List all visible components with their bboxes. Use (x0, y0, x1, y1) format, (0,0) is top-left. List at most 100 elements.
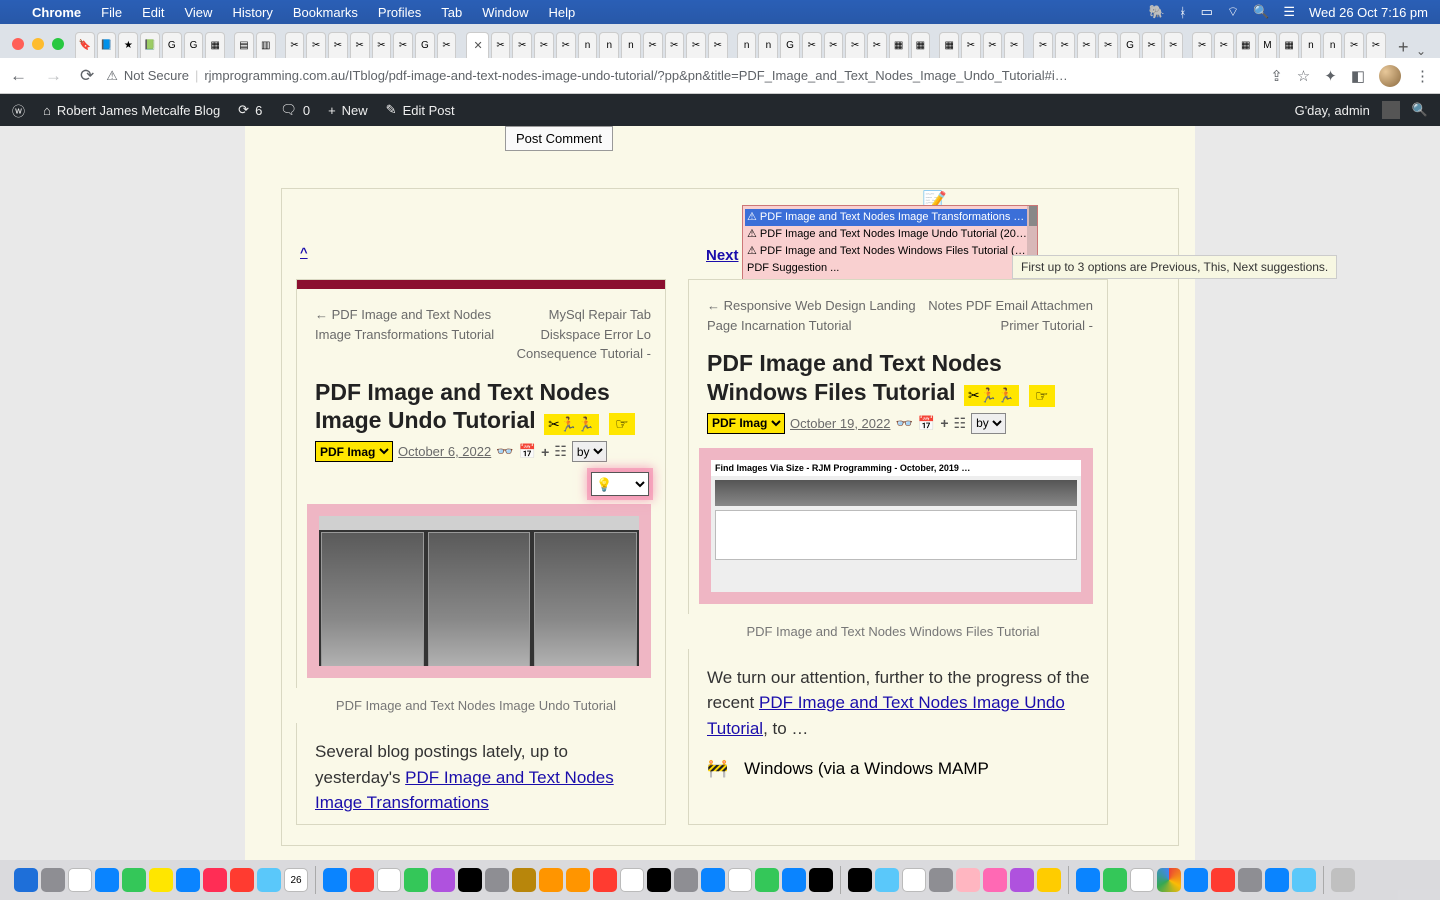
tab[interactable]: ✂ (708, 32, 728, 58)
tab[interactable]: n (621, 32, 641, 58)
tab[interactable]: ✂ (1192, 32, 1212, 58)
window-controls[interactable] (12, 38, 64, 50)
tab[interactable]: ▥ (256, 32, 276, 58)
chrome-menu-icon[interactable]: ⋮ (1415, 67, 1430, 85)
tab[interactable]: G (184, 32, 204, 58)
dock-app-icon[interactable] (1130, 868, 1154, 892)
pointer-icon[interactable]: ☞ (609, 413, 634, 435)
plus-icon[interactable]: + (940, 415, 948, 431)
back-button[interactable]: ← (10, 66, 27, 86)
tab[interactable]: ✂ (824, 32, 844, 58)
dock-app-icon[interactable] (230, 868, 254, 892)
tab[interactable]: n (1301, 32, 1321, 58)
menu-history[interactable]: History (232, 5, 272, 20)
tab[interactable]: G (1120, 32, 1140, 58)
dock-app-icon[interactable] (755, 868, 779, 892)
meta-icon[interactable]: ☷ (954, 415, 967, 432)
new-tab-button[interactable]: + (1391, 37, 1416, 58)
tab[interactable]: ✂ (686, 32, 706, 58)
tab[interactable]: ▦ (889, 32, 909, 58)
dock-app-icon[interactable] (929, 868, 953, 892)
forward-button[interactable]: → (45, 66, 62, 86)
menu-profiles[interactable]: Profiles (378, 5, 421, 20)
share-icon[interactable]: ⇪ (1270, 67, 1283, 85)
wp-new[interactable]: + New (328, 103, 368, 118)
excerpt-link[interactable]: MAMP (938, 759, 989, 778)
dock-app-icon[interactable] (728, 868, 752, 892)
wp-edit-post[interactable]: ✎ Edit Post (386, 102, 455, 118)
menu-edit[interactable]: Edit (142, 5, 164, 20)
tab[interactable]: n (578, 32, 598, 58)
tab[interactable]: G (780, 32, 800, 58)
idea-select[interactable]: 💡 (591, 472, 649, 496)
dock-app-icon[interactable] (350, 868, 374, 892)
suggestion-option[interactable]: ⚠ PDF Image and Text Nodes Image Transfo… (745, 209, 1031, 226)
tab[interactable]: ✂ (983, 32, 1003, 58)
tab[interactable]: ▦ (205, 32, 225, 58)
dock-app-icon[interactable] (983, 868, 1007, 892)
tab[interactable]: ✂ (1055, 32, 1075, 58)
dock-app-icon[interactable] (1184, 868, 1208, 892)
dock-app-icon[interactable] (458, 868, 482, 892)
dock-app-icon[interactable] (674, 868, 698, 892)
tab[interactable]: ✂ (665, 32, 685, 58)
tab[interactable]: ✂ (1004, 32, 1024, 58)
tab[interactable]: ✂ (512, 32, 532, 58)
dock-app-icon[interactable] (203, 868, 227, 892)
dock-app-icon[interactable] (41, 868, 65, 892)
tab[interactable]: n (737, 32, 757, 58)
tab[interactable]: ✂ (1344, 32, 1364, 58)
macos-dock[interactable]: 26 (0, 860, 1440, 900)
tab[interactable]: ✂ (961, 32, 981, 58)
reload-button[interactable]: ⟳ (80, 66, 94, 86)
page-viewport[interactable]: Post Comment 📝 ⚠ PDF Image and Text Node… (0, 126, 1440, 860)
dock-app-icon[interactable] (902, 868, 926, 892)
tab[interactable]: ✂ (393, 32, 413, 58)
tab[interactable]: ✂ (437, 32, 457, 58)
extensions-icon[interactable]: ✦ (1324, 67, 1337, 85)
tab[interactable]: ✂ (867, 32, 887, 58)
dock-app-icon[interactable] (956, 868, 980, 892)
post-comment-button[interactable]: Post Comment (505, 126, 613, 151)
plus-icon[interactable]: + (541, 444, 549, 460)
wp-avatar[interactable] (1382, 101, 1400, 119)
wp-search-icon[interactable]: 🔍 (1412, 102, 1428, 118)
wp-comments[interactable]: 🗨 0 (280, 102, 310, 118)
tab[interactable]: ✂ (845, 32, 865, 58)
not-secure-icon[interactable]: ⚠ (106, 68, 118, 84)
featured-image[interactable] (307, 504, 651, 678)
tab-active[interactable]: ✕ (466, 32, 489, 58)
tab[interactable]: ✂ (1366, 32, 1386, 58)
meta-icon[interactable]: ☷ (554, 443, 567, 460)
dock-app-icon[interactable] (95, 868, 119, 892)
dock-finder-icon[interactable] (14, 868, 38, 892)
next-post-link[interactable]: Notes PDF Email Attachmen Primer Tutoria… (919, 296, 1093, 335)
dock-app-icon[interactable] (1076, 868, 1100, 892)
control-center-icon[interactable]: ☰ (1283, 4, 1295, 20)
dock-app-icon[interactable] (809, 868, 833, 892)
prev-post-link[interactable]: ← PDF Image and Text Nodes Image Transfo… (315, 305, 500, 364)
tab[interactable]: n (758, 32, 778, 58)
author-select[interactable]: by (572, 441, 607, 462)
post-date[interactable]: October 6, 2022 (398, 444, 491, 459)
category-select[interactable]: PDF Imag (315, 441, 393, 462)
menu-bookmarks[interactable]: Bookmarks (293, 5, 358, 20)
dock-app-icon[interactable] (647, 868, 671, 892)
category-select[interactable]: PDF Imag (707, 413, 785, 434)
dock-trash-icon[interactable] (1331, 868, 1355, 892)
tab[interactable]: ✂ (285, 32, 305, 58)
tab[interactable]: G (415, 32, 435, 58)
menu-chrome[interactable]: Chrome (32, 5, 81, 20)
tab[interactable]: ✂ (1142, 32, 1162, 58)
tab-overflow-icon[interactable]: ⌄ (1416, 44, 1426, 58)
tab[interactable]: ✂ (1214, 32, 1234, 58)
dock-app-icon[interactable] (620, 868, 644, 892)
tab[interactable]: ▦ (939, 32, 959, 58)
dock-chrome-icon[interactable] (1157, 868, 1181, 892)
dock-app-icon[interactable] (323, 868, 347, 892)
dock-app-icon[interactable] (377, 868, 401, 892)
tab[interactable]: ✂ (1164, 32, 1184, 58)
post-date[interactable]: October 19, 2022 (790, 416, 890, 431)
dock-app-icon[interactable] (257, 868, 281, 892)
cut-run-icon[interactable]: ✂🏃🏃 (964, 385, 1019, 406)
